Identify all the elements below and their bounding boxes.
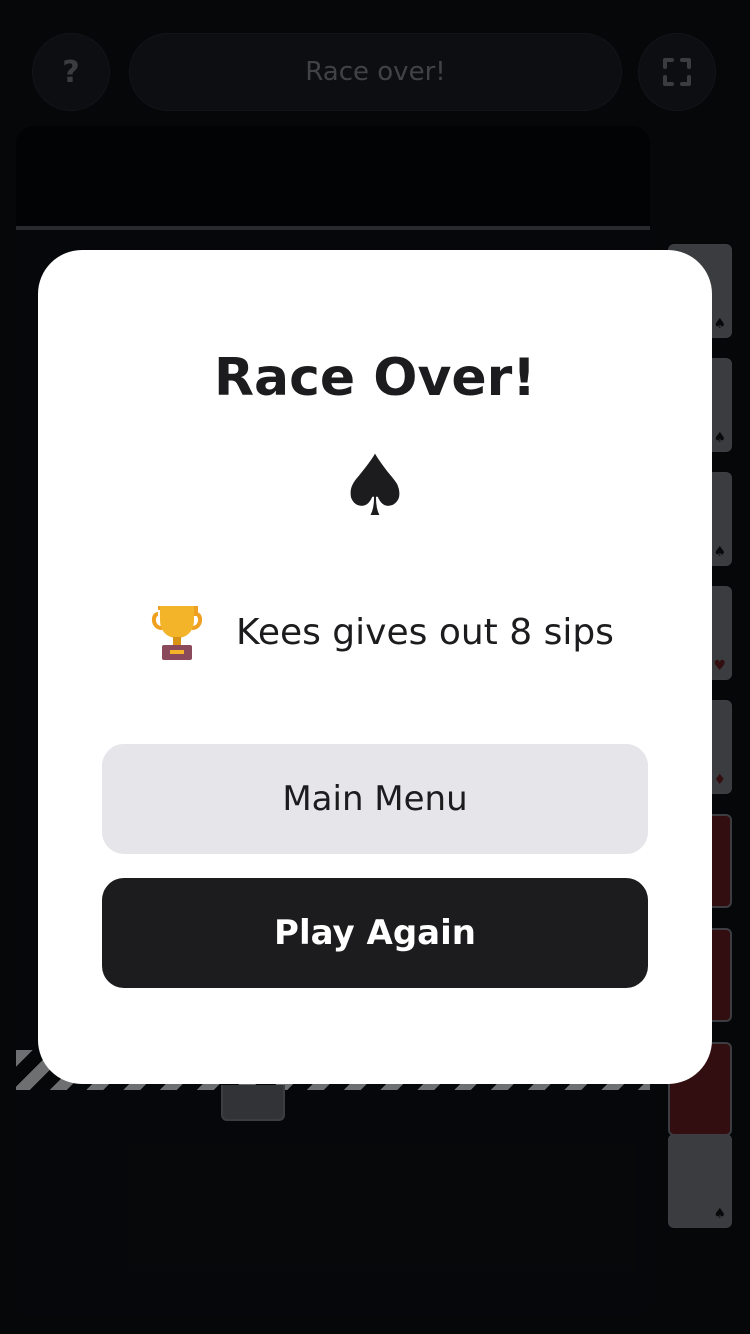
spade-icon: ♠ <box>337 437 413 535</box>
main-menu-button[interactable]: Main Menu <box>102 744 648 854</box>
play-again-label: Play Again <box>274 913 476 953</box>
result-row: Kees gives out 8 sips <box>150 602 614 662</box>
trophy-icon <box>150 602 204 662</box>
main-menu-label: Main Menu <box>282 779 468 819</box>
play-again-button[interactable]: Play Again <box>102 878 648 988</box>
result-text: Kees gives out 8 sips <box>236 611 614 653</box>
dialog-title: Race Over! <box>213 348 537 408</box>
